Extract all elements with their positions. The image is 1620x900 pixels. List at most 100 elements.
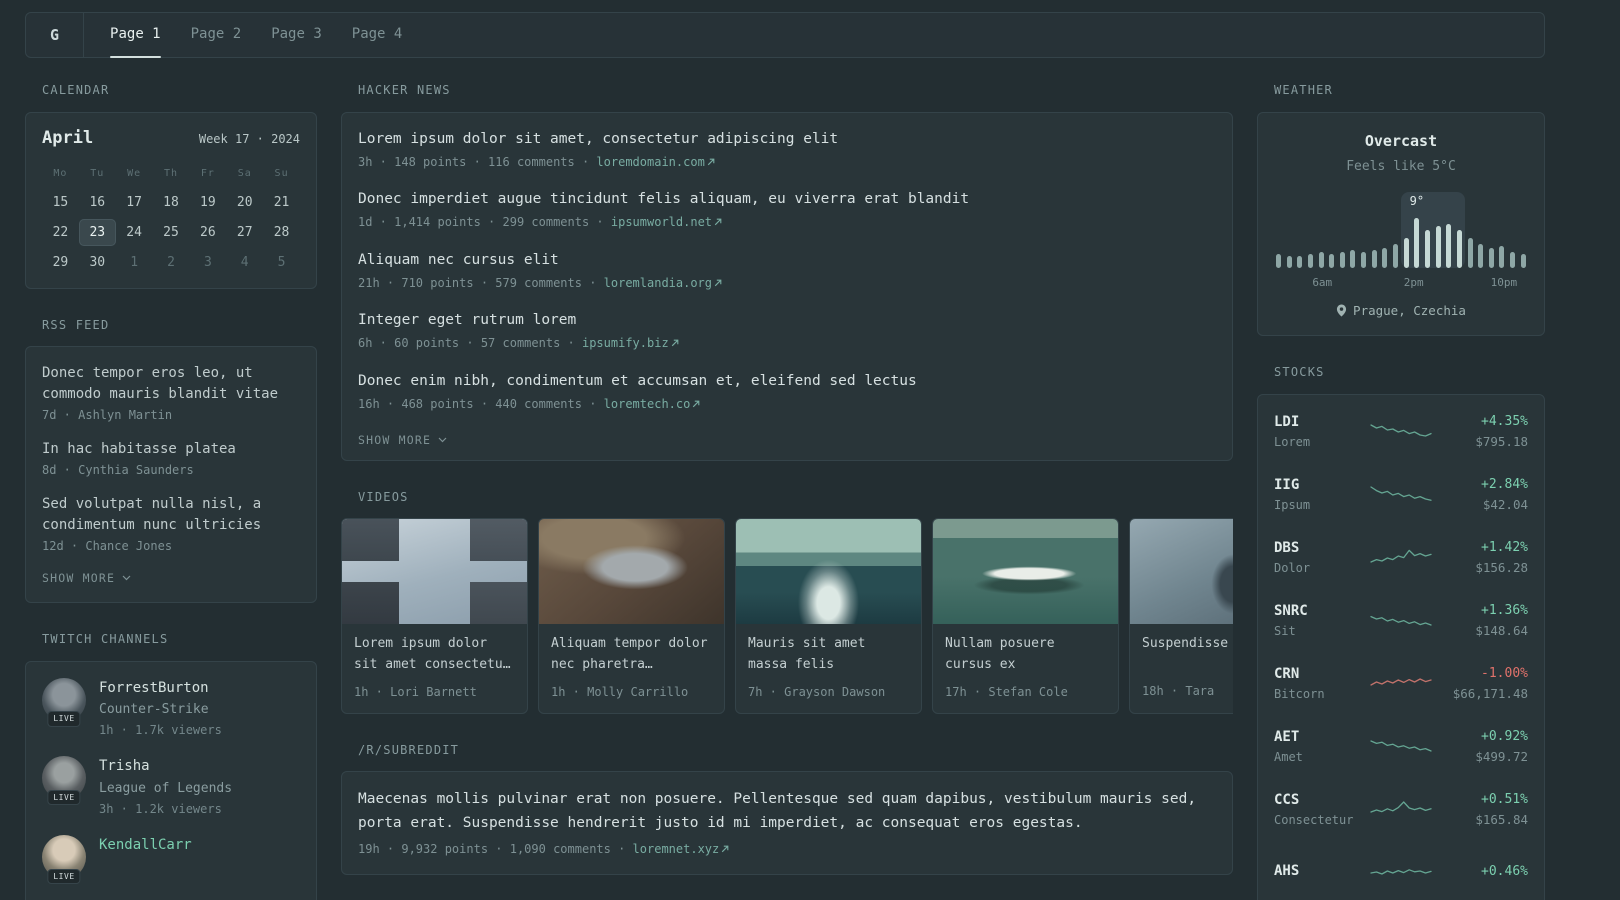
videos-widget-title: VIDEOS: [358, 489, 409, 504]
video-thumbnail: [539, 519, 724, 625]
story-title[interactable]: Integer eget rutrum lorem: [358, 310, 1216, 332]
channel-name[interactable]: ForrestBurton: [99, 679, 222, 699]
stock-sparkline: [1370, 734, 1432, 760]
nav-tab[interactable]: Page 1: [110, 13, 161, 58]
video-title[interactable]: Aliquam tempor dolor nec pharetra…: [551, 634, 712, 674]
channel-name[interactable]: Trisha: [99, 757, 232, 777]
rss-item-title[interactable]: Sed volutpat nulla nisl, a condimentum n…: [42, 494, 300, 536]
post-domain[interactable]: loremnet.xyz: [633, 842, 730, 856]
stock-id: CRN Bitcorn: [1274, 665, 1370, 703]
twitch-channel[interactable]: LIVE KendallCarr: [42, 834, 300, 884]
video-card[interactable]: Mauris sit amet massa felis 7h · Grayson…: [735, 518, 922, 714]
post-title[interactable]: Maecenas mollis pulvinar erat non posuer…: [358, 788, 1216, 836]
left-column: CALENDAR April Week 17 · 2024 Mo Tu We Th Fr…: [25, 82, 317, 900]
video-card[interactable]: Aliquam tempor dolor nec pharetra… 1h · …: [538, 518, 725, 714]
channel-game: League of Legends: [99, 780, 233, 796]
stock-ticker[interactable]: LDI: [1274, 413, 1370, 433]
video-thumbnail: [933, 519, 1118, 625]
hackernews-item: Donec imperdiet augue tincidunt felis al…: [358, 189, 1216, 231]
stock-row[interactable]: AET Amet +0.92% $499.72: [1274, 715, 1528, 778]
stock-price: $42.04: [1482, 497, 1528, 513]
stock-row[interactable]: AHS +0.46%: [1274, 841, 1528, 900]
rss-show-more-button[interactable]: SHOW MORE: [42, 570, 300, 586]
twitch-widget-title: TWITCH CHANNELS: [42, 631, 169, 646]
story-domain[interactable]: loremlandia.org: [604, 276, 722, 290]
dashboard-page: G Page 1 Page 2 Page 3 Page 4 CALENDAR A…: [0, 0, 1620, 900]
story-title[interactable]: Donec enim nibh, condimentum et accumsan…: [358, 371, 1216, 393]
stock-ticker[interactable]: IIG: [1274, 476, 1370, 496]
stock-row[interactable]: DBS Dolor +1.42% $156.28: [1274, 526, 1528, 589]
nav-tab[interactable]: Page 3: [271, 13, 322, 57]
video-card[interactable]: Lorem ipsum dolor sit amet consectetu… 1…: [341, 518, 528, 714]
rss-item: Sed volutpat nulla nisl, a condimentum n…: [42, 494, 300, 555]
stock-ticker[interactable]: AET: [1274, 728, 1370, 748]
video-title[interactable]: Lorem ipsum dolor sit amet consectetu…: [354, 634, 515, 674]
rss-widget: RSS FEED Donec tempor eros leo, ut commo…: [25, 317, 317, 603]
video-meta: 1h · Lori Barnett: [354, 684, 477, 699]
stock-ticker[interactable]: AHS: [1274, 862, 1370, 882]
post-stats: 19h · 9,932 points · 1,090 comments ·: [358, 842, 633, 857]
stock-row[interactable]: IIG Ipsum +2.84% $42.04: [1274, 463, 1528, 526]
app-logo[interactable]: G: [40, 13, 85, 57]
calendar-weekday: We: [127, 167, 142, 179]
story-domain[interactable]: ipsumworld.net: [611, 215, 722, 229]
story-domain[interactable]: loremtech.co: [604, 397, 701, 411]
stock-row[interactable]: CRN Bitcorn -1.00% $66,171.48: [1274, 652, 1528, 715]
stock-id: AET Amet: [1274, 728, 1370, 766]
weather-location-label: Prague, Czechia: [1353, 302, 1466, 318]
hackernews-list: Lorem ipsum dolor sit amet, consectetur …: [358, 129, 1216, 413]
story-title[interactable]: Donec imperdiet augue tincidunt felis al…: [358, 189, 1216, 211]
rss-item: In hac habitasse platea 8d · Cynthia Sau…: [42, 439, 300, 479]
stock-sparkline: [1370, 860, 1432, 886]
weather-location: Prague, Czechia: [1274, 302, 1528, 320]
stock-id: SNRC Sit: [1274, 602, 1370, 640]
calendar-day: 15: [52, 194, 69, 210]
story-meta: 21h · 710 points · 579 comments · loreml…: [358, 275, 1216, 292]
calendar-day: 4: [240, 254, 249, 270]
video-title[interactable]: Mauris sit amet massa felis: [748, 634, 909, 674]
video-title[interactable]: Suspendisse diam: [1142, 634, 1233, 674]
nav-tab[interactable]: Page 2: [191, 13, 242, 57]
hackernews-show-more-button[interactable]: SHOW MORE: [358, 432, 1216, 448]
weather-feels-like: Feels like 5°C: [1346, 158, 1456, 174]
hackernews-item: Lorem ipsum dolor sit amet, consectetur …: [358, 129, 1216, 171]
nav-tab[interactable]: Page 4: [352, 13, 403, 57]
stock-change: -1.00%: [1481, 665, 1528, 681]
story-title[interactable]: Aliquam nec cursus elit: [358, 250, 1216, 272]
right-column: WEATHER Overcast Feels like 5°C 9° 6am 2p…: [1257, 82, 1545, 900]
video-title[interactable]: Nullam posuere cursus ex: [945, 634, 1106, 674]
video-card[interactable]: Suspendisse diam 18h · Tara: [1129, 518, 1233, 714]
channel-name[interactable]: KendallCarr: [99, 836, 192, 856]
twitch-widget: TWITCH CHANNELS LIVE ForrestBurton Count…: [25, 631, 317, 900]
stock-ticker[interactable]: DBS: [1274, 539, 1370, 559]
stock-price: $499.72: [1475, 749, 1528, 765]
stock-row[interactable]: CCS Consectetur +0.51% $165.84: [1274, 778, 1528, 841]
stock-ticker[interactable]: CRN: [1274, 665, 1370, 685]
rss-item-meta: 8d · Cynthia Saunders: [42, 463, 194, 478]
rss-item-title[interactable]: Donec tempor eros leo, ut commodo mauris…: [42, 363, 300, 405]
stock-values: +2.84% $42.04: [1432, 476, 1528, 514]
twitch-channel[interactable]: LIVE ForrestBurton Counter-Strike 1h · 1…: [42, 677, 300, 740]
rss-widget-title: RSS FEED: [42, 317, 110, 332]
story-domain[interactable]: ipsumify.biz: [582, 336, 679, 350]
calendar-day: 21: [273, 194, 290, 210]
twitch-channel[interactable]: LIVE Trisha League of Legends 3h · 1.2k …: [42, 756, 300, 818]
middle-column: HACKER NEWS Lorem ipsum dolor sit amet, …: [341, 82, 1233, 900]
stock-id: CCS Consectetur: [1274, 791, 1370, 829]
calendar-weekday: Tu: [90, 167, 105, 179]
story-meta: 1d · 1,414 points · 299 comments · ipsum…: [358, 214, 1216, 231]
calendar-weekday: Th: [163, 167, 179, 179]
hackernews-widget-title: HACKER NEWS: [358, 83, 451, 97]
stock-ticker[interactable]: CCS: [1274, 791, 1370, 811]
stock-ticker[interactable]: SNRC: [1274, 602, 1370, 622]
stock-row[interactable]: SNRC Sit +1.36% $148.64: [1274, 589, 1528, 652]
rss-item-title[interactable]: In hac habitasse platea: [42, 439, 300, 460]
story-title[interactable]: Lorem ipsum dolor sit amet, consectetur …: [358, 129, 1216, 151]
stock-row[interactable]: LDI Lorem +4.35% $795.18: [1274, 400, 1528, 463]
weather-temp-label: 9°: [1409, 193, 1425, 208]
story-domain[interactable]: loremdomain.com: [596, 155, 715, 169]
video-card[interactable]: Nullam posuere cursus ex 17h · Stefan Co…: [932, 518, 1119, 714]
channel-avatar: LIVE: [42, 677, 86, 727]
video-thumbnail: [736, 519, 921, 625]
stock-price: $165.84: [1475, 812, 1528, 828]
